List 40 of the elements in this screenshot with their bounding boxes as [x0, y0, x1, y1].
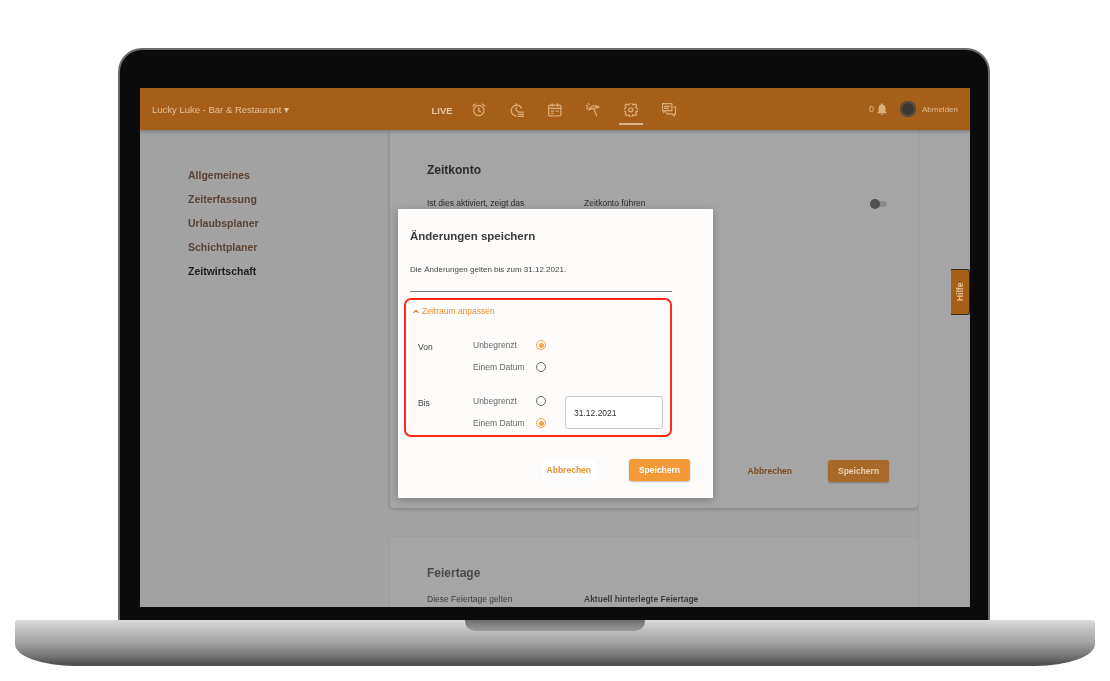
sidebar-item[interactable]: Urlaubsplaner [188, 211, 259, 235]
radio-label: Einem Datum [473, 418, 526, 428]
setting-label: Aktuell hinterlegte Feiertage [584, 594, 700, 605]
sidebar-item[interactable]: Zeitwirtschaft [188, 259, 257, 283]
setting-label: Zeitkonto führen [584, 198, 647, 209]
radio-label: Unbegrenzt [473, 396, 518, 406]
sidebar-item[interactable]: Schichtplaner [188, 235, 258, 259]
gear-icon [624, 103, 638, 117]
group-label: Von [418, 341, 434, 354]
sidebar-item[interactable]: Zeiterfassung [188, 187, 257, 211]
cancel-button[interactable]: Abbrechen [743, 460, 796, 482]
save-button[interactable]: Speichern [828, 460, 889, 482]
chat-icon [662, 103, 676, 117]
bell-icon [876, 103, 887, 115]
calendar-icon [548, 103, 562, 117]
card-title: Zeitkonto [427, 162, 482, 178]
help-tab[interactable]: Hilfe [951, 269, 970, 315]
alarm-clock-icon [472, 103, 486, 117]
avatar-icon [899, 101, 916, 117]
radio-label: Unbegrenzt [473, 340, 518, 350]
logout-link[interactable]: Abmelden [921, 104, 958, 114]
save-button[interactable]: Speichern [629, 459, 690, 481]
clock-list-icon [510, 103, 524, 117]
nav-tab[interactable]: LIVE [431, 95, 453, 125]
card-title: Feiertage [427, 565, 482, 581]
toggle-switch[interactable] [870, 198, 887, 209]
section-toggle[interactable]: Zeitraum anpassen [413, 305, 495, 317]
chevron-up-icon [413, 309, 419, 313]
sidebar-item[interactable]: Allgemeines [188, 163, 250, 187]
radio-label: Einem Datum [473, 362, 526, 372]
date-field[interactable]: 31.12.2021 [565, 396, 663, 429]
group-label: Bis [418, 397, 431, 410]
setting-description: Diese Feiertage gelten [427, 594, 514, 605]
notifications-button[interactable]: 0 [868, 103, 887, 115]
restaurant-selector[interactable]: Lucky Luke - Bar & Restaurant ▾ [152, 103, 289, 115]
setting-description: Ist dies aktiviert, zeigt das [427, 198, 526, 209]
dialog-title: Änderungen speichern [410, 229, 537, 243]
cancel-button[interactable]: Abbrechen [541, 459, 596, 481]
dialog-message: Die Änderungen gelten bis zum 31.12.2021. [410, 264, 568, 275]
umbrella-icon [586, 103, 600, 117]
